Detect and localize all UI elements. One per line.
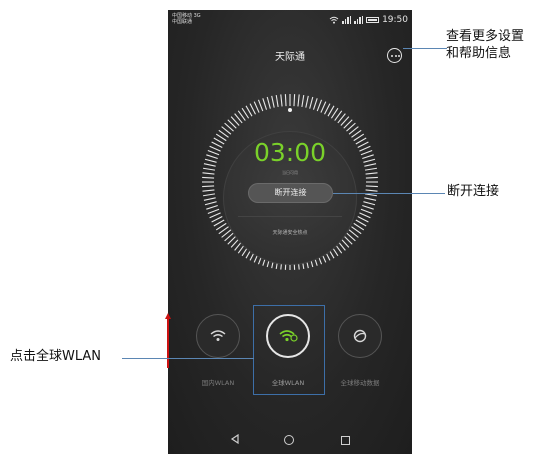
dial-tick [305, 95, 309, 108]
dial-tick [202, 185, 215, 188]
leader-line-disconnect [333, 193, 445, 194]
dial-tick [363, 201, 376, 206]
disconnect-button[interactable]: 断开连接 [248, 183, 333, 203]
dial-tick [365, 189, 378, 192]
dial-tick [293, 94, 296, 107]
dial-tick [297, 94, 300, 107]
carrier-2: 中国联通 [172, 19, 193, 25]
dial-tick [364, 167, 378, 171]
status-icons: 19:50 [329, 14, 408, 26]
global-data-label: 全球移动数据 [340, 379, 380, 387]
dial-tick [202, 193, 216, 197]
dial-tick [301, 94, 305, 108]
dial-tick [359, 145, 371, 152]
dial-tick [357, 216, 369, 223]
dial-tick [275, 94, 279, 108]
home-icon[interactable] [284, 435, 294, 445]
hotspot-label: 天际通安全热点 [272, 230, 308, 236]
dial-tick [249, 103, 256, 115]
dial-tick [257, 99, 264, 112]
highlight-box [253, 305, 325, 395]
dial-tick [365, 176, 378, 179]
callout-disconnect: 断开连接 [447, 184, 500, 199]
dial-tick [362, 204, 374, 210]
dial-tick [202, 176, 215, 179]
global-data-button[interactable] [338, 314, 382, 358]
dial-tick [312, 98, 318, 110]
clock: 19:50 [382, 15, 408, 25]
nav-bar [168, 424, 412, 454]
battery-icon [366, 17, 380, 23]
dial-tick [262, 98, 268, 110]
divider [238, 216, 342, 217]
signal-icon [342, 16, 352, 24]
carrier-info: 中国移动 3G 中国联通 [172, 13, 232, 25]
dial-tick [364, 163, 377, 167]
dial-tick [364, 197, 377, 201]
remaining-time: 03:00 [253, 138, 327, 167]
dial-tick [284, 94, 287, 107]
globe-icon [353, 329, 367, 343]
dial-tick [360, 149, 373, 156]
callout-more-info: 查看更多设置 和帮助信息 [446, 28, 524, 62]
dial-tick [320, 101, 327, 113]
status-bar: 中国移动 3G 中国联通 19:50 [168, 10, 412, 30]
callout-global-wlan: 点击全球WLAN [10, 349, 102, 364]
dial-tick [316, 99, 323, 112]
dial-tick [211, 141, 223, 148]
dial-tick [365, 172, 378, 175]
dial-tick [203, 197, 216, 201]
dial-marker [288, 108, 292, 112]
dial-tick [280, 94, 283, 107]
wifi-icon [210, 330, 226, 341]
dial-tick [324, 103, 331, 115]
dial-tick [253, 101, 260, 113]
dial-tick [363, 158, 376, 163]
more-options-button[interactable] [387, 48, 402, 63]
dial-tick [357, 141, 369, 148]
dial-tick [206, 154, 218, 160]
timer-caption: 当日可用 [282, 170, 298, 175]
signal-2-icon [354, 16, 364, 24]
dial-tick [359, 212, 371, 219]
domestic-wlan-label: 国内WLAN [201, 379, 235, 387]
back-icon[interactable] [230, 434, 240, 444]
recent-apps-icon[interactable] [341, 436, 350, 445]
callout-more-line1: 查看更多设置 [446, 29, 525, 44]
dial-tick [362, 154, 374, 160]
dial-tick [206, 204, 218, 210]
callout-more-line2: 和帮助信息 [446, 46, 512, 61]
dial-tick [211, 216, 223, 223]
domestic-wlan-button[interactable] [196, 314, 240, 358]
dial-tick [364, 193, 378, 197]
dial-tick [203, 163, 216, 167]
dial-tick [209, 145, 221, 152]
dial-tick [207, 208, 220, 215]
dial-tick [202, 189, 215, 192]
dial-tick [271, 95, 275, 108]
red-arrow [165, 313, 171, 368]
dial-tick [309, 96, 314, 109]
dial-tick [207, 149, 220, 156]
dial-tick [202, 167, 216, 171]
leader-line-more [403, 48, 447, 49]
page-title: 天际通 [275, 52, 305, 63]
dial-tick [360, 208, 373, 215]
dial-tick [204, 158, 217, 163]
dial-tick [266, 96, 271, 109]
dial-tick [204, 201, 217, 206]
dial-tick [202, 172, 215, 175]
wifi-status-icon [329, 16, 339, 24]
dial-tick [365, 185, 378, 188]
dial-tick [209, 212, 221, 219]
leader-line-global [122, 358, 254, 359]
